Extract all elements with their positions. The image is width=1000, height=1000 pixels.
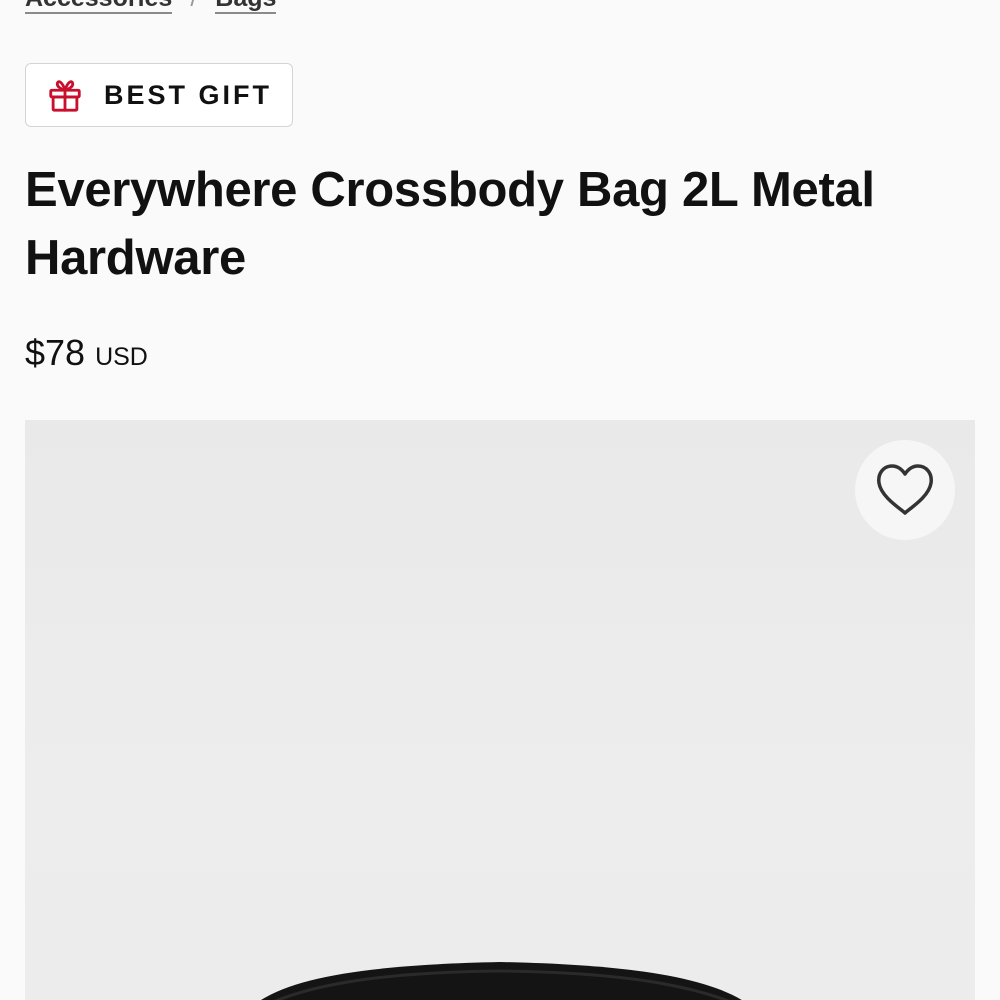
- breadcrumb-link-accessories[interactable]: Accessories: [25, 0, 173, 14]
- product-image: [261, 962, 742, 1000]
- gift-icon: [49, 80, 81, 112]
- product-price: $78 USD: [25, 332, 148, 374]
- best-gift-badge: BEST GIFT: [25, 63, 293, 127]
- product-title: Everywhere Crossbody Bag 2L Metal Hardwa…: [25, 163, 875, 285]
- price-currency: USD: [95, 343, 148, 371]
- breadcrumb-link-bags[interactable]: Bags: [215, 0, 277, 14]
- breadcrumb-separator: /: [190, 0, 197, 11]
- product-page: Accessories / Bags BEST GIFT Everywhere …: [0, 0, 1000, 1000]
- price-amount: $78: [25, 332, 86, 373]
- breadcrumb: Accessories / Bags: [25, 0, 277, 14]
- wishlist-button[interactable]: [855, 440, 955, 540]
- badge-label: BEST GIFT: [104, 79, 272, 110]
- heart-outline-icon: [877, 464, 933, 515]
- product-image-container[interactable]: [25, 420, 975, 1000]
